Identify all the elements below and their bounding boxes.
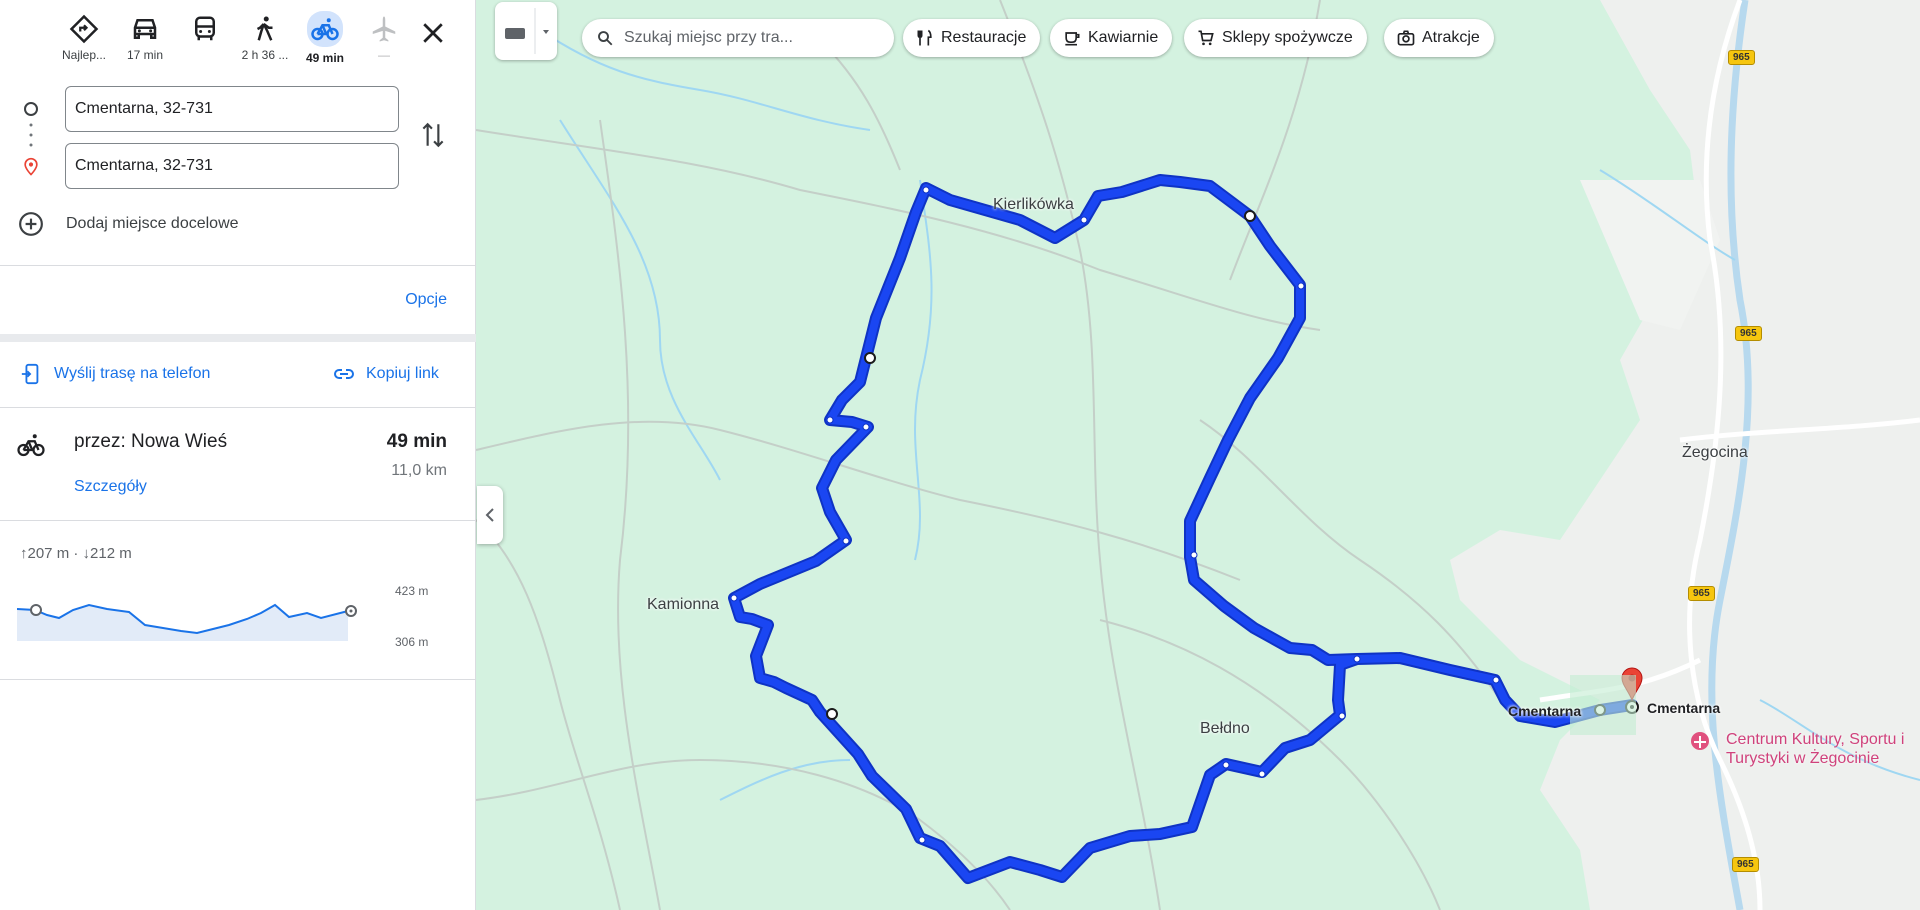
search-icon bbox=[598, 31, 613, 46]
route-via: przez: Nowa Wieś bbox=[74, 431, 228, 452]
mode-flight[interactable]: — bbox=[353, 14, 415, 62]
send-to-phone-button[interactable]: Wyślij trasę na telefon bbox=[20, 362, 210, 386]
waypoint-marker bbox=[864, 352, 876, 364]
add-circle-icon bbox=[19, 212, 43, 236]
road-shield: 965 bbox=[1735, 326, 1762, 341]
mode-walk[interactable]: 2 h 36 ... bbox=[234, 14, 296, 62]
bike-icon bbox=[17, 434, 45, 457]
coffee-icon bbox=[1065, 32, 1080, 46]
directions-panel: Najlep... 17 min 2 h 36 ... 49 min — Cme… bbox=[0, 0, 476, 910]
details-button[interactable]: Szczegóły bbox=[74, 478, 147, 496]
route-time: 49 min bbox=[386, 431, 447, 452]
chip-label: Kawiarnie bbox=[1088, 29, 1159, 46]
add-destination-label: Dodaj miejsce docelowe bbox=[66, 215, 239, 232]
cart-icon bbox=[1198, 30, 1214, 46]
place-label-kamionna[interactable]: Kamionna bbox=[647, 596, 719, 614]
mode-label: 17 min bbox=[126, 48, 164, 62]
poi-label[interactable]: Centrum Kultury, Sportu i Turystyki w Że… bbox=[1720, 730, 1920, 768]
poi-name: Centrum Kultury, Sportu i Turystyki w Że… bbox=[1726, 731, 1905, 767]
copy-link-button[interactable]: Kopiuj link bbox=[332, 362, 439, 386]
road-shield: 965 bbox=[1688, 586, 1715, 601]
place-label-cmentarna[interactable]: Cmentarna bbox=[1508, 703, 1581, 719]
divider bbox=[0, 679, 476, 680]
mode-label: Najlep... bbox=[61, 48, 107, 62]
map-search-box[interactable] bbox=[582, 19, 894, 57]
mode-label: — bbox=[378, 48, 390, 62]
elevation-min: 306 m bbox=[395, 635, 429, 649]
elevation-summary: ↑207 m · ↓212 m bbox=[20, 545, 132, 562]
place-label-kierlikowka[interactable]: Kierlikówka bbox=[993, 196, 1074, 214]
chip-label: Sklepy spożywcze bbox=[1222, 29, 1353, 46]
divider bbox=[0, 265, 476, 266]
chip-label: Atrakcje bbox=[1422, 29, 1480, 46]
link-icon bbox=[334, 369, 354, 379]
mode-best[interactable]: Najlep... bbox=[53, 14, 115, 62]
elevation-max: 423 m bbox=[395, 584, 429, 598]
bike-icon bbox=[311, 18, 339, 41]
plane-icon bbox=[372, 16, 396, 42]
chip-restaurants[interactable]: Restauracje bbox=[903, 19, 1041, 57]
chip-groceries[interactable]: Sklepy spożywcze bbox=[1184, 19, 1367, 57]
options-button[interactable]: Opcje bbox=[405, 291, 447, 309]
car-icon bbox=[133, 19, 157, 39]
origin-input[interactable]: Cmentarna, 32-731 bbox=[65, 86, 399, 132]
input-tools-button[interactable] bbox=[495, 2, 557, 60]
destination-pin-icon bbox=[24, 157, 38, 176]
elevation-profile bbox=[17, 603, 448, 641]
waypoint-marker bbox=[1244, 210, 1256, 222]
road-shield: 965 bbox=[1732, 857, 1759, 872]
fork-knife-icon bbox=[917, 29, 932, 46]
place-label-zegocina[interactable]: Żegocina bbox=[1682, 444, 1748, 462]
best-route-icon bbox=[69, 14, 99, 44]
chip-attractions[interactable]: Atrakcje bbox=[1384, 19, 1494, 57]
copy-link-label: Kopiuj link bbox=[366, 365, 439, 382]
mode-bike[interactable]: 49 min bbox=[294, 11, 356, 65]
mode-transit[interactable] bbox=[174, 14, 236, 48]
search-input[interactable] bbox=[622, 28, 886, 48]
camera-icon bbox=[1397, 30, 1415, 46]
route-dots-icon bbox=[29, 123, 33, 147]
place-label-cmentarna-destination[interactable]: Cmentarna bbox=[1647, 700, 1720, 716]
chip-cafes[interactable]: Kawiarnie bbox=[1050, 19, 1173, 57]
close-icon[interactable] bbox=[418, 18, 448, 48]
road-shield: 965 bbox=[1728, 50, 1755, 65]
keyboard-icon bbox=[505, 8, 549, 54]
add-destination-button[interactable]: Dodaj miejsce docelowe bbox=[18, 211, 239, 237]
waypoint-marker bbox=[826, 708, 838, 720]
divider bbox=[0, 520, 476, 521]
mode-label: 49 min bbox=[305, 51, 344, 65]
collapse-panel-button[interactable] bbox=[477, 486, 503, 544]
route-distance: 11,0 km bbox=[391, 462, 447, 479]
swap-icon[interactable] bbox=[420, 120, 446, 150]
chip-label: Restauracje bbox=[941, 29, 1027, 46]
destination-input[interactable]: Cmentarna, 32-731 bbox=[65, 143, 399, 189]
mode-car[interactable]: 17 min bbox=[114, 14, 176, 62]
walk-icon bbox=[256, 16, 273, 41]
place-label-beldno[interactable]: Bełdno bbox=[1200, 720, 1250, 738]
mode-label: 2 h 36 ... bbox=[241, 48, 289, 62]
chevron-left-icon bbox=[485, 508, 494, 522]
send-to-phone-label: Wyślij trasę na telefon bbox=[54, 365, 211, 382]
divider bbox=[0, 334, 476, 342]
send-to-phone-icon bbox=[21, 363, 39, 385]
bus-icon bbox=[195, 16, 215, 41]
